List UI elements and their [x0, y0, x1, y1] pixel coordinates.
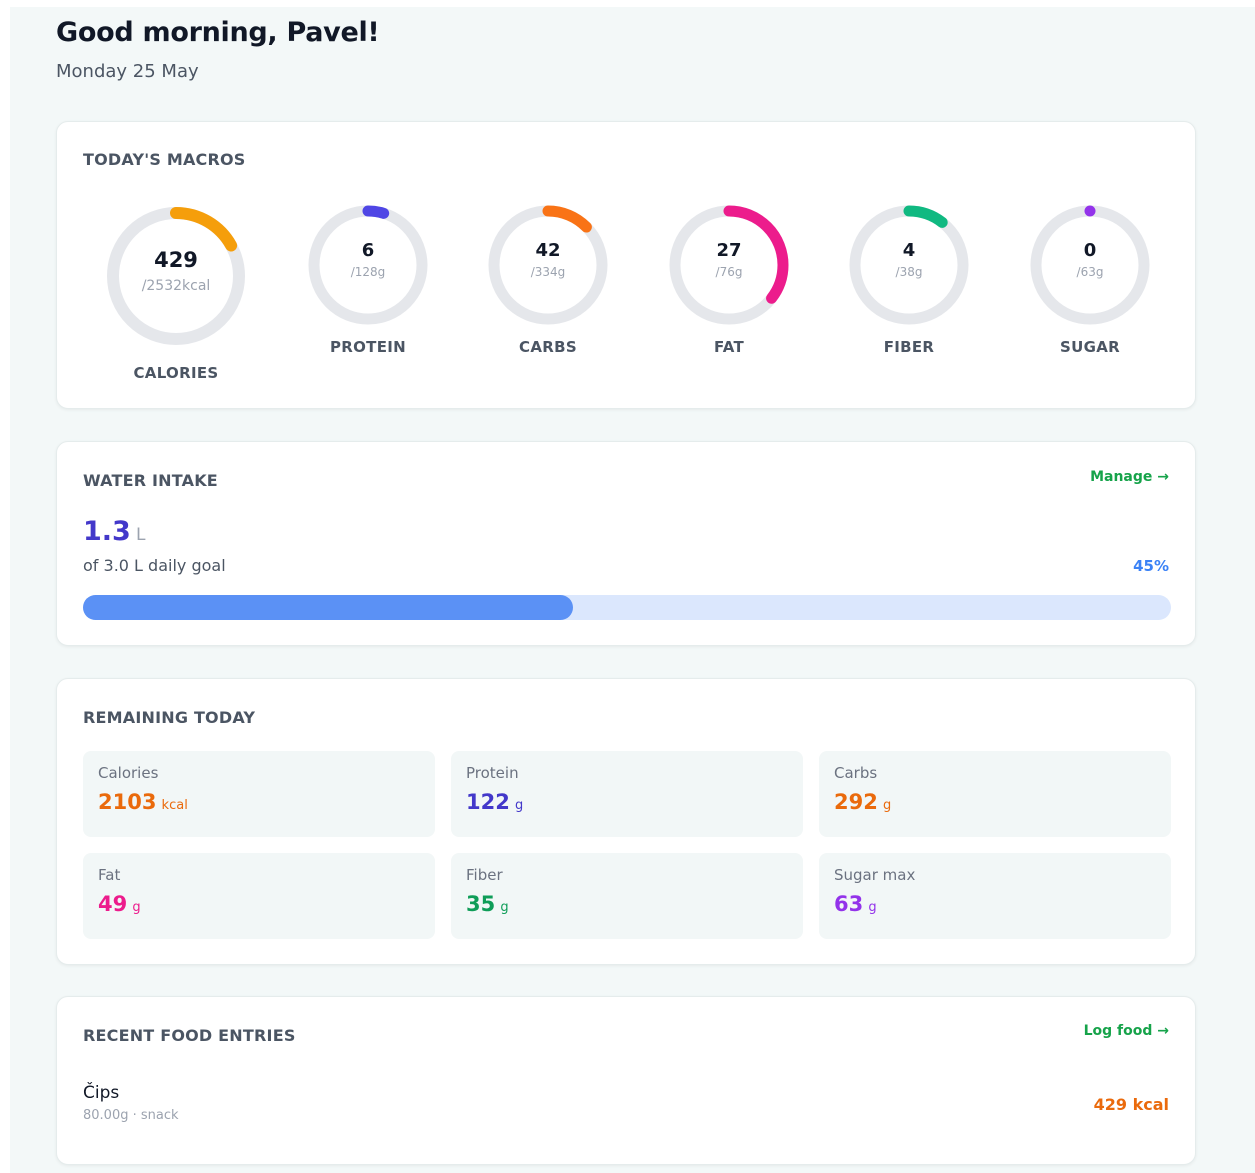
current-date: Monday 25 May: [56, 61, 199, 82]
water-progress-fill: [83, 595, 573, 620]
water-amount-value: 1.3: [83, 516, 131, 547]
remaining-tile-fat: Fat 49 g: [83, 853, 435, 939]
water-progress-track: [83, 595, 1171, 620]
recent-food-card: RECENT FOOD ENTRIES Log food → Čips 80.0…: [56, 996, 1196, 1165]
food-entry-kcal: 429 kcal: [1093, 1095, 1169, 1114]
remaining-value: 122 g: [466, 790, 523, 814]
macro-carbs: 42 /334g CARBS: [485, 202, 611, 372]
remaining-tile-fiber: Fiber 35 g: [451, 853, 803, 939]
remaining-number: 63: [834, 892, 864, 916]
remaining-value: 35 g: [466, 892, 509, 916]
protein-goal: /128g: [350, 265, 386, 279]
remaining-tile-protein: Protein 122 g: [451, 751, 803, 837]
remaining-title: REMAINING TODAY: [83, 708, 256, 727]
remaining-number: 122: [466, 790, 510, 814]
remaining-tile-calories: Calories 2103 kcal: [83, 751, 435, 837]
food-entry-name: Čips: [83, 1083, 120, 1103]
carbs-goal: /334g: [530, 265, 566, 279]
carbs-label: CARBS: [519, 338, 577, 356]
remaining-label: Calories: [98, 764, 159, 782]
fiber-label: FIBER: [883, 338, 935, 356]
remaining-value: 49 g: [98, 892, 141, 916]
fat-value: 27: [716, 240, 742, 261]
fat-label: FAT: [713, 338, 745, 356]
macro-fat: 27 /76g FAT: [666, 202, 792, 372]
sugar-label: SUGAR: [1060, 338, 1120, 356]
calories-ring: [107, 207, 245, 345]
food-entry-meta: 80.00g · snack: [83, 1108, 179, 1123]
greeting-title: Good morning, Pavel!: [56, 17, 380, 48]
sugar-goal: /63g: [1076, 265, 1104, 279]
remaining-label: Sugar max: [834, 866, 916, 884]
water-percent: 45%: [1133, 557, 1169, 575]
remaining-number: 292: [834, 790, 878, 814]
macro-calories: 429 /2532kcal CALORIES: [102, 202, 250, 392]
carbs-value: 42: [535, 240, 561, 261]
calories-value: 429: [154, 248, 198, 272]
macros-title: TODAY'S MACROS: [83, 150, 246, 169]
remaining-label: Fiber: [466, 866, 503, 884]
remaining-tile-sugar: Sugar max 63 g: [819, 853, 1171, 939]
protein-value: 6: [361, 240, 375, 261]
remaining-value: 63 g: [834, 892, 877, 916]
dashboard-page: Good morning, Pavel! Monday 25 May TODAY…: [10, 7, 1255, 1173]
calories-label: CALORIES: [133, 364, 219, 382]
remaining-unit: g: [500, 900, 509, 915]
remaining-unit: kcal: [161, 798, 188, 813]
remaining-unit: g: [514, 798, 524, 813]
protein-label: PROTEIN: [329, 338, 406, 356]
remaining-unit: g: [882, 798, 892, 813]
remaining-card: REMAINING TODAY Calories 2103 kcal Prote…: [56, 678, 1196, 965]
fiber-goal: /38g: [895, 265, 923, 279]
fat-goal: /76g: [715, 265, 743, 279]
remaining-tile-carbs: Carbs 292 g: [819, 751, 1171, 837]
sugar-value: 0: [1083, 240, 1097, 261]
manage-water-link[interactable]: Manage →: [1090, 469, 1169, 485]
remaining-label: Protein: [466, 764, 519, 782]
fiber-value: 4: [902, 240, 916, 261]
water-goal-text: of 3.0 L daily goal: [83, 556, 226, 575]
macro-sugar: 0 /63g SUGAR: [1027, 202, 1153, 372]
water-card: WATER INTAKE Manage → 1.3 L of 3.0 L dai…: [56, 441, 1196, 646]
remaining-value: 292 g: [834, 790, 891, 814]
remaining-label: Fat: [98, 866, 121, 884]
remaining-number: 35: [466, 892, 496, 916]
remaining-label: Carbs: [834, 764, 878, 782]
water-amount: 1.3 L: [83, 516, 145, 547]
water-amount-unit: L: [135, 525, 146, 545]
macro-protein: 6 /128g PROTEIN: [305, 202, 431, 372]
recent-food-title: RECENT FOOD ENTRIES: [83, 1026, 296, 1045]
macros-card: TODAY'S MACROS 429 /2532kcal CALORIES 6 …: [56, 121, 1196, 409]
water-title: WATER INTAKE: [83, 471, 218, 490]
macro-fiber: 4 /38g FIBER: [846, 202, 972, 372]
log-food-link[interactable]: Log food →: [1084, 1023, 1169, 1039]
calories-goal: /2532kcal: [141, 278, 211, 294]
remaining-number: 2103: [98, 790, 157, 814]
remaining-unit: g: [132, 900, 141, 915]
remaining-unit: g: [868, 900, 877, 915]
remaining-value: 2103 kcal: [98, 790, 188, 814]
remaining-number: 49: [98, 892, 128, 916]
